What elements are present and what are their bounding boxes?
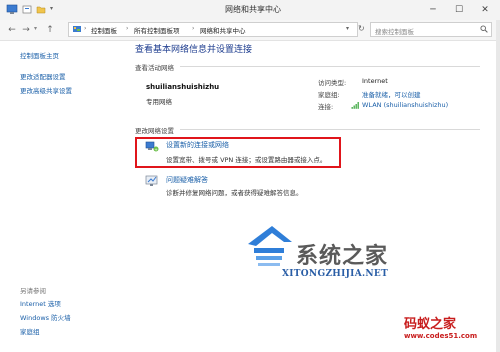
troubleshoot-link[interactable]: 问题疑难解答: [166, 175, 208, 185]
connection-label: 连接:: [318, 103, 334, 111]
left-link-adapter-settings[interactable]: 更改适配器设置: [20, 71, 66, 81]
properties-icon[interactable]: [22, 5, 32, 14]
search-icon[interactable]: [480, 25, 488, 33]
access-type-label: 访问类型:: [318, 79, 347, 87]
maximize-button[interactable]: ☐: [446, 0, 472, 20]
see-also-internet-options[interactable]: Internet 选项: [20, 298, 61, 308]
troubleshoot-description: 诊断并修复网络问题，或者获得疑难解答信息。: [166, 189, 303, 197]
watermark-url-2: www.codes51.com: [404, 332, 478, 340]
page-title: 查看基本网络信息并设置连接: [135, 45, 253, 55]
network-category-link[interactable]: 专用网络: [146, 96, 172, 106]
up-button[interactable]: ↑: [44, 24, 56, 36]
watermark-brand-2: 码蚁之家: [404, 317, 457, 332]
breadcrumb-all-items[interactable]: 所有控制面板项: [134, 25, 180, 35]
setup-connection-description: 设置宽带、拨号或 VPN 连接；或设置路由器或接入点。: [166, 156, 327, 164]
active-networks-heading: 查看活动网络: [135, 64, 174, 72]
watermark-brand: 系统之家: [296, 244, 389, 269]
left-link-control-panel-home[interactable]: 控制面板主页: [20, 50, 59, 60]
recent-locations-icon[interactable]: ▾: [34, 25, 37, 32]
breadcrumb-control-panel[interactable]: 控制面板: [91, 25, 117, 35]
see-also-windows-firewall[interactable]: Windows 防火墙: [20, 312, 71, 322]
divider: [180, 66, 480, 67]
troubleshoot-icon: [145, 175, 158, 186]
change-settings-heading: 更改网络设置: [135, 127, 174, 135]
window-border: [496, 20, 500, 352]
left-link-advanced-sharing[interactable]: 更改高级共享设置: [20, 85, 72, 95]
search-input[interactable]: 搜索控制面板: [370, 22, 492, 37]
window-title: 网络和共享中心: [225, 5, 281, 14]
see-also-heading: 另请参阅: [20, 287, 46, 295]
homegroup-label: 家庭组:: [318, 91, 340, 99]
new-connection-icon: +: [145, 141, 159, 152]
close-button[interactable]: ✕: [472, 0, 498, 20]
folder-icon[interactable]: [36, 5, 46, 14]
address-dropdown-icon[interactable]: ▾: [346, 25, 349, 32]
access-type-value: Internet: [362, 77, 388, 85]
watermark-url: XITONGZHIJIA.NET: [282, 269, 389, 279]
back-button[interactable]: ←: [6, 24, 18, 36]
xitongzhijia-logo-icon: [248, 226, 292, 266]
quick-access-dropdown-icon[interactable]: ▾: [50, 5, 53, 12]
breadcrumb-separator-icon: ›: [126, 25, 129, 32]
svg-text:+: +: [154, 147, 157, 152]
network-name: shuilianshuishizhu: [146, 83, 220, 91]
homegroup-link[interactable]: 准备就绪，可以创建: [362, 89, 421, 99]
forward-button[interactable]: →: [20, 24, 32, 36]
wifi-signal-icon: [351, 102, 359, 109]
control-panel-icon: [73, 26, 81, 32]
breadcrumb-separator-icon: ›: [84, 25, 87, 32]
minimize-button[interactable]: ─: [420, 0, 446, 20]
divider: [180, 129, 480, 130]
connection-link[interactable]: WLAN (shuilianshuishizhu): [362, 101, 448, 109]
breadcrumb-network-center[interactable]: 网络和共享中心: [200, 25, 246, 35]
network-app-icon: [6, 4, 18, 14]
refresh-icon[interactable]: ↻: [358, 24, 365, 33]
setup-connection-link[interactable]: 设置新的连接或网络: [166, 140, 229, 150]
see-also-homegroup[interactable]: 家庭组: [20, 326, 40, 336]
breadcrumb-separator-icon: ›: [192, 25, 195, 32]
